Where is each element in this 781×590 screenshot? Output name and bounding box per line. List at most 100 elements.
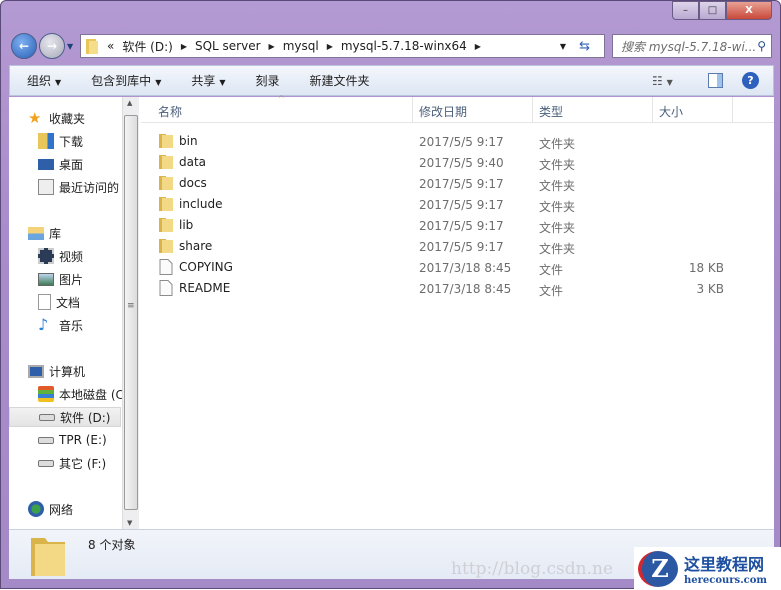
address-dropdown[interactable]: ▼ <box>560 42 566 51</box>
nav-label: 网络 <box>49 502 74 517</box>
explorer-window: – □ X ← → ▼ « 软件 (D:) ▶ SQL server ▶ mysql… <box>0 0 781 590</box>
back-button[interactable]: ← <box>11 33 37 59</box>
file-row[interactable]: docs 2017/5/5 9:17 文件夹 <box>141 173 761 194</box>
item-count: 8 个对象 <box>88 538 136 552</box>
chevron-down-icon: ▼ <box>666 77 673 87</box>
content-area: ★ 收藏夹 下载 桌面 最近访问的 库 视频 图片 文档 ♪ 音乐 计算机 本地磁盘… <box>9 94 774 529</box>
nav-label: 收藏夹 <box>49 111 86 126</box>
folder-icon <box>159 239 173 253</box>
preview-pane-button[interactable] <box>708 73 723 88</box>
file-row[interactable]: data 2017/5/5 9:40 文件夹 <box>141 152 761 173</box>
music-note-icon: ♪ <box>38 315 49 334</box>
breadcrumb-item[interactable]: mysql <box>283 39 319 53</box>
nav-label: 文档 <box>56 295 81 310</box>
file-row[interactable]: bin 2017/5/5 9:17 文件夹 <box>141 131 761 152</box>
file-date: 2017/5/5 9:17 <box>419 198 504 212</box>
file-name: COPYING <box>179 260 233 274</box>
nav-recent[interactable]: 最近访问的 <box>38 177 119 197</box>
column-divider[interactable] <box>732 97 733 123</box>
navigation-buttons: ← → ▼ <box>11 33 73 59</box>
chevron-right-icon[interactable]: ▶ <box>327 42 333 51</box>
nav-drive-e[interactable]: TPR (E:) <box>38 430 107 450</box>
file-size: 18 KB <box>688 261 724 275</box>
nav-network[interactable]: 网络 <box>28 499 73 519</box>
scroll-down-arrow[interactable]: ▼ <box>127 519 132 527</box>
scroll-thumb[interactable]: ≡ <box>124 115 138 510</box>
nav-pictures[interactable]: 图片 <box>38 269 83 289</box>
nav-documents[interactable]: 文档 <box>38 292 80 312</box>
column-type[interactable]: 类型 <box>539 103 563 120</box>
file-name: docs <box>179 176 207 190</box>
nav-drive-d[interactable]: 软件 (D:) <box>9 407 121 427</box>
file-row[interactable]: include 2017/5/5 9:17 文件夹 <box>141 194 761 215</box>
breadcrumb-item[interactable]: SQL server <box>195 39 261 53</box>
chevron-right-icon[interactable]: ▶ <box>475 42 481 51</box>
maximize-button[interactable]: □ <box>699 1 726 20</box>
include-library-button[interactable]: 包含到库中 ▼ <box>91 72 161 89</box>
nav-drive-f[interactable]: 其它 (F:) <box>38 453 106 473</box>
file-date: 2017/5/5 9:17 <box>419 135 504 149</box>
sort-ascending-icon: ^ <box>278 94 285 103</box>
column-size[interactable]: 大小 <box>659 103 683 120</box>
drive-icon <box>38 459 54 467</box>
share-button[interactable]: 共享 ▼ <box>191 72 225 89</box>
film-icon <box>38 248 54 264</box>
nav-computer[interactable]: 计算机 <box>28 361 85 381</box>
file-name: bin <box>179 134 198 148</box>
nav-label: 软件 (D:) <box>60 410 111 425</box>
refresh-icon[interactable]: ⇆ <box>579 39 590 54</box>
help-icon[interactable]: ? <box>742 72 759 89</box>
file-row[interactable]: share 2017/5/5 9:17 文件夹 <box>141 236 761 257</box>
breadcrumb-overflow[interactable]: « <box>107 39 114 53</box>
forward-button[interactable]: → <box>39 33 65 59</box>
nav-drive-c[interactable]: 本地磁盘 (C <box>38 384 124 404</box>
recent-pages-dropdown[interactable]: ▼ <box>67 42 73 51</box>
file-row[interactable]: lib 2017/5/5 9:17 文件夹 <box>141 215 761 236</box>
file-name: share <box>179 239 213 253</box>
watermark-logo: Z 这里教程网 herecours.com <box>634 547 781 590</box>
file-row[interactable]: README 2017/3/18 8:45 文件 3 KB <box>141 278 761 299</box>
nav-scrollbar[interactable]: ▲ ≡ ▼ <box>122 97 139 529</box>
nav-libraries[interactable]: 库 <box>28 223 61 243</box>
close-button[interactable]: X <box>726 1 772 20</box>
burn-button[interactable]: 刻录 <box>256 72 280 89</box>
logo-text-en: herecours.com <box>684 575 768 586</box>
nav-desktop[interactable]: 桌面 <box>38 154 83 174</box>
nav-label: 本地磁盘 (C <box>59 387 124 402</box>
nav-videos[interactable]: 视频 <box>38 246 83 266</box>
picture-icon <box>38 272 54 286</box>
file-type: 文件夹 <box>539 242 576 256</box>
arrow-right-icon: → <box>46 39 58 53</box>
chevron-right-icon[interactable]: ▶ <box>269 42 275 51</box>
organize-button[interactable]: 组织 ▼ <box>27 72 61 89</box>
search-icon[interactable]: ⚲ <box>757 39 766 53</box>
address-bar[interactable]: « 软件 (D:) ▶ SQL server ▶ mysql ▶ mysql-5.7.… <box>80 34 605 58</box>
nav-favorites[interactable]: ★ 收藏夹 <box>28 108 85 128</box>
nav-downloads[interactable]: 下载 <box>38 131 83 151</box>
chevron-down-icon: ▼ <box>55 78 62 87</box>
column-divider[interactable] <box>532 97 533 123</box>
file-type: 文件夹 <box>539 137 576 151</box>
column-date[interactable]: 修改日期 <box>419 103 467 120</box>
star-icon: ★ <box>28 109 42 127</box>
nav-label: 库 <box>49 226 62 241</box>
file-name: README <box>179 281 231 295</box>
column-name[interactable]: 名称 <box>158 103 182 120</box>
file-row[interactable]: COPYING 2017/3/18 8:45 文件 18 KB <box>141 257 761 278</box>
search-input[interactable]: 搜索 mysql-5.7.18-wi... ⚲ <box>612 34 772 58</box>
new-folder-button[interactable]: 新建文件夹 <box>310 72 370 89</box>
logo-z-icon: Z <box>638 550 678 587</box>
folder-icon <box>159 218 173 232</box>
minimize-button[interactable]: – <box>672 1 699 20</box>
breadcrumb-item[interactable]: mysql-5.7.18-winx64 <box>341 39 467 53</box>
breadcrumb-item[interactable]: 软件 (D:) <box>122 38 172 55</box>
computer-icon <box>28 364 44 378</box>
nav-music[interactable]: ♪ 音乐 <box>38 315 83 335</box>
folder-icon <box>86 39 98 54</box>
file-date: 2017/5/5 9:17 <box>419 240 504 254</box>
column-divider[interactable] <box>412 97 413 123</box>
view-options-button[interactable]: ☷ ▼ <box>652 74 673 88</box>
chevron-right-icon[interactable]: ▶ <box>181 42 187 51</box>
scroll-up-arrow[interactable]: ▲ <box>127 99 132 107</box>
column-divider[interactable] <box>652 97 653 123</box>
